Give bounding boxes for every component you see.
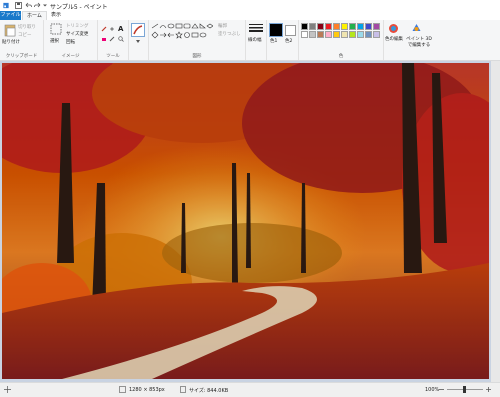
select-button[interactable]: 選択 xyxy=(50,38,59,44)
image-dimensions: 1280 × 853px xyxy=(129,387,165,393)
select-icon[interactable] xyxy=(50,23,62,35)
palette-swatch[interactable] xyxy=(309,31,316,38)
line-width-icon[interactable] xyxy=(249,24,263,34)
brushes-group xyxy=(129,20,149,60)
rotate-button[interactable]: 回転 xyxy=(66,39,75,45)
brushes-icon[interactable] xyxy=(131,23,145,37)
palette-swatch[interactable] xyxy=(333,23,340,30)
autumn-forest-photo xyxy=(2,63,489,379)
palette-swatch[interactable] xyxy=(333,31,340,38)
palette-swatch[interactable] xyxy=(301,23,308,30)
canvas-area[interactable] xyxy=(0,61,500,382)
move-cursor-icon xyxy=(4,386,11,393)
window-title: サンプル5 - ペイント xyxy=(50,4,108,11)
status-bar: 1280 × 853px サイズ: 844.0KB 100% xyxy=(0,382,500,397)
palette-swatch[interactable] xyxy=(341,31,348,38)
palette-swatch[interactable] xyxy=(325,31,332,38)
colors-group-label: 色 xyxy=(338,54,344,59)
outline-button[interactable]: 輪郭 xyxy=(218,23,227,29)
magnifier-icon[interactable] xyxy=(118,36,124,42)
palette-swatch[interactable] xyxy=(357,23,364,30)
crop-button[interactable]: トリミング xyxy=(66,23,89,29)
canvas-image[interactable] xyxy=(2,63,489,379)
palette-swatch[interactable] xyxy=(349,23,356,30)
text-tool-icon[interactable]: A xyxy=(118,25,123,33)
palette-swatch[interactable] xyxy=(373,23,380,30)
palette-swatch[interactable] xyxy=(341,23,348,30)
color1-swatch[interactable] xyxy=(269,23,283,37)
color2-swatch[interactable] xyxy=(285,25,296,36)
palette-swatch[interactable] xyxy=(317,23,324,30)
shapes-group-label: 図形 xyxy=(192,54,202,59)
shapes-group: 輪郭 塗りつぶし 図形 xyxy=(149,20,246,60)
dimensions-icon xyxy=(119,386,126,393)
palette-swatch[interactable] xyxy=(349,31,356,38)
vertical-scrollbar[interactable] xyxy=(491,61,500,382)
palette-swatch[interactable] xyxy=(325,23,332,30)
palette-swatch[interactable] xyxy=(301,31,308,38)
tools-group: A ツール xyxy=(98,20,129,60)
fill-button[interactable]: 塗りつぶし xyxy=(218,31,241,37)
color2-label: 色2 xyxy=(285,39,293,44)
zoom-in-icon[interactable] xyxy=(486,387,491,392)
fill-icon[interactable] xyxy=(109,26,115,32)
zoom-level: 100% xyxy=(425,387,440,393)
size-group: 線の幅 xyxy=(246,20,267,60)
image-group-label: イメージ xyxy=(61,54,80,59)
title-bar: サンプル5 - ペイント xyxy=(0,0,500,11)
palette-swatch[interactable] xyxy=(309,23,316,30)
file-size: サイズ: 844.0KB xyxy=(189,388,229,394)
palette-swatch[interactable] xyxy=(357,31,364,38)
color-palette xyxy=(301,23,381,41)
cut-button[interactable]: 切り取り xyxy=(18,24,36,30)
paint3d-button[interactable]: ペイント 3D で編集する xyxy=(404,36,434,48)
undo-icon[interactable] xyxy=(25,2,32,9)
clipboard-group-label: クリップボード xyxy=(5,54,38,59)
shapes-gallery[interactable] xyxy=(151,23,213,47)
image-group: 選択 トリミング サイズ変更 回転 イメージ xyxy=(44,20,98,60)
brushes-dropdown-icon[interactable] xyxy=(136,40,140,43)
ribbon: 貼り付け 切り取り コピー クリップボード 選択 トリミング サイズ変更 回転 … xyxy=(0,20,500,61)
paste-icon[interactable] xyxy=(4,23,16,37)
line-width-button[interactable]: 線の幅 xyxy=(248,37,262,43)
colors-group: 色 xyxy=(299,20,384,60)
color-picker-icon[interactable] xyxy=(109,36,115,42)
file-size-icon xyxy=(180,386,186,393)
edit-colors-button[interactable]: 色の編集 xyxy=(385,36,403,42)
redo-icon[interactable] xyxy=(34,2,41,9)
color-select-group: 色1 色2 xyxy=(267,20,299,60)
eraser-icon[interactable] xyxy=(101,36,107,42)
edit-group: 色の編集 ペイント 3D で編集する xyxy=(384,20,444,60)
zoom-slider-thumb[interactable] xyxy=(463,386,466,393)
quick-access-dropdown-icon[interactable] xyxy=(43,2,47,9)
tab-view[interactable]: 表示 xyxy=(47,11,65,20)
save-icon[interactable] xyxy=(15,2,22,9)
palette-swatch[interactable] xyxy=(365,23,372,30)
tools-group-label: ツール xyxy=(106,54,120,59)
clipboard-group: 貼り付け 切り取り コピー クリップボード xyxy=(0,20,44,60)
copy-button[interactable]: コピー xyxy=(18,32,32,38)
palette-swatch[interactable] xyxy=(373,31,380,38)
paste-button[interactable]: 貼り付け xyxy=(2,39,20,45)
resize-button[interactable]: サイズ変更 xyxy=(66,31,88,37)
color1-label: 色1 xyxy=(270,39,278,44)
palette-swatch[interactable] xyxy=(365,31,372,38)
tab-file[interactable]: ファイル xyxy=(0,11,21,20)
zoom-out-icon[interactable] xyxy=(439,387,444,392)
palette-swatch[interactable] xyxy=(317,31,324,38)
paint3d-icon[interactable] xyxy=(411,23,422,34)
edit-colors-icon[interactable] xyxy=(388,23,399,34)
pencil-icon[interactable] xyxy=(101,26,107,32)
paint-app-icon xyxy=(3,2,9,9)
